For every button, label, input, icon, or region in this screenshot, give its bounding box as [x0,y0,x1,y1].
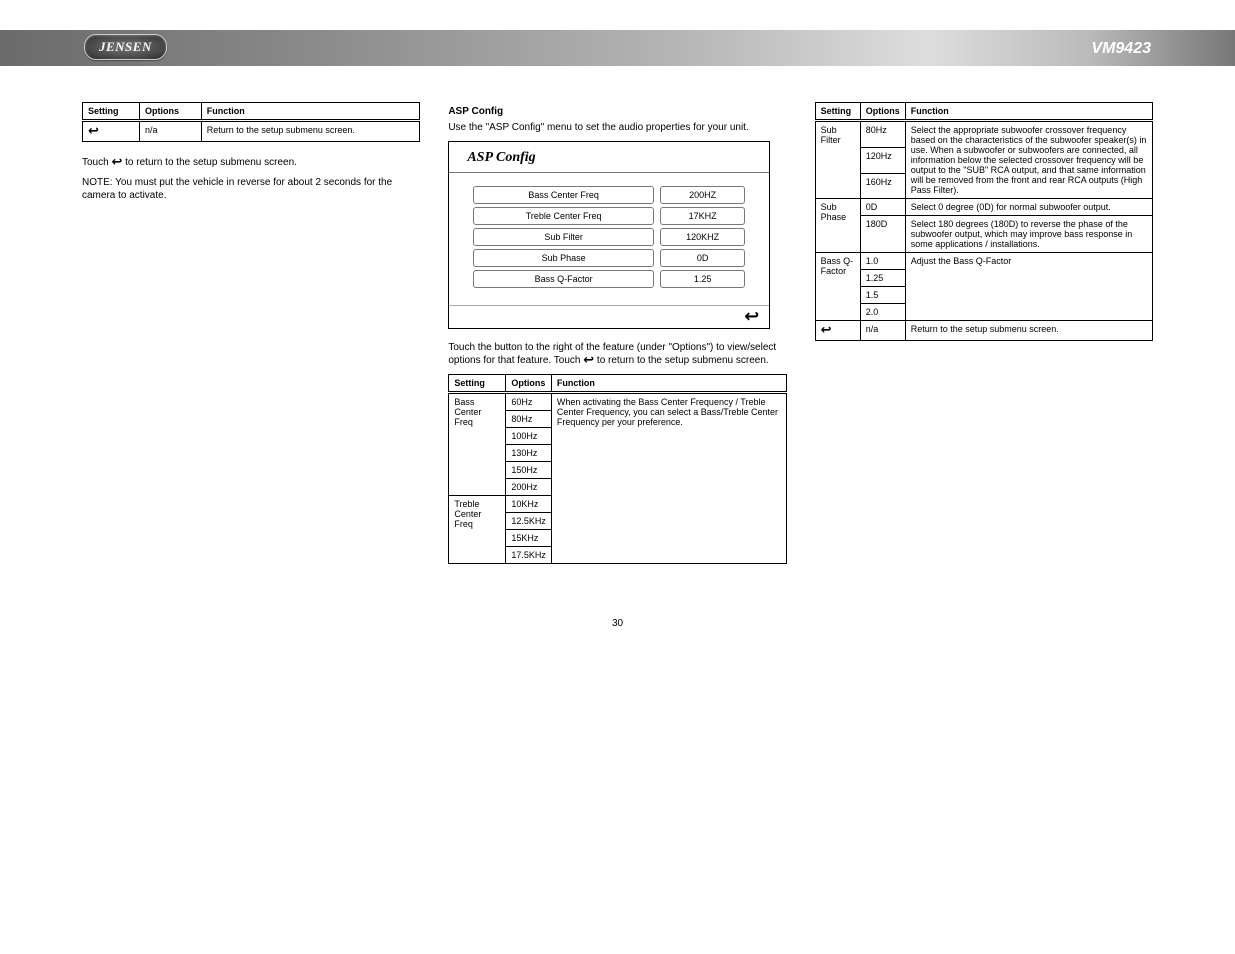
cell: 60Hz [506,392,552,410]
table-left-top: Setting Options Function ↩ n/a Return to… [82,102,420,142]
table-row: Bass Q-Factor1.0Adjust the Bass Q-Factor [815,253,1152,270]
back-icon[interactable]: ↩ [744,308,759,326]
th-function: Function [201,103,420,121]
paragraph: Touch ↩ to return to the setup submenu s… [82,156,420,170]
header-band: JENSEN VM9423 [0,30,1235,66]
cell: Return to the setup submenu screen. [905,321,1152,341]
asp-row: Sub Filter 120KHZ [473,228,745,246]
table-row: Sub Phase0DSelect 0 degree (0D) for norm… [815,199,1152,216]
th-setting: Setting [83,103,140,121]
table-right: Setting Options Function Sub Filter80HzS… [815,102,1153,341]
cell: n/a [860,321,905,341]
th-options: Options [506,374,552,392]
cell: Select 0 degree (0D) for normal subwoofe… [905,199,1152,216]
cell: 1.5 [860,287,905,304]
asp-row-label: Sub Phase [473,249,654,267]
back-icon: ↩ [111,156,122,169]
table-row: ↩ n/a Return to the setup submenu screen… [83,121,420,142]
cell: 180D [860,216,905,253]
cell: 17.5KHz [506,546,552,563]
cell: Select the appropriate subwoofer crossov… [905,121,1152,199]
note: NOTE: You must put the vehicle in revers… [82,176,420,203]
cell: 200Hz [506,478,552,495]
cell: 1.25 [860,270,905,287]
asp-row: Treble Center Freq 17KHZ [473,207,745,225]
cell: 15KHz [506,529,552,546]
cell: Return to the setup submenu screen. [201,121,420,142]
cell: 80Hz [506,410,552,427]
asp-intro: Use the "ASP Config" menu to set the aud… [448,121,786,135]
asp-row-value[interactable]: 17KHZ [660,207,745,225]
cell: Sub Filter [815,121,860,199]
asp-row-label: Bass Q-Factor [473,270,654,288]
asp-row-label: Bass Center Freq [473,186,654,204]
cell: 1.0 [860,253,905,270]
th-function: Function [905,103,1152,121]
asp-row-label: Treble Center Freq [473,207,654,225]
table-row: Sub Filter80HzSelect the appropriate sub… [815,121,1152,148]
cell: 120Hz [860,148,905,174]
asp-row-value[interactable]: 0D [660,249,745,267]
asp-heading: ASP Config [448,106,786,117]
cell: 160Hz [860,173,905,199]
cell: Treble Center Freq [449,495,506,563]
table-row: Bass Center Freq60HzWhen activating the … [449,392,786,410]
asp-row-label: Sub Filter [473,228,654,246]
paragraph: Touch the button to the right of the fea… [448,341,786,368]
column-right: Setting Options Function Sub Filter80HzS… [815,96,1153,578]
cell: 2.0 [860,304,905,321]
table-row: ↩ n/aReturn to the setup submenu screen. [815,321,1152,341]
asp-row: Bass Q-Factor 1.25 [473,270,745,288]
column-middle: ASP Config Use the "ASP Config" menu to … [448,96,786,578]
cell: 100Hz [506,427,552,444]
model-label: VM9423 [1091,40,1151,58]
cell: When activating the Bass Center Frequenc… [551,392,786,563]
column-left: Setting Options Function ↩ n/a Return to… [82,96,420,578]
asp-row-value[interactable]: 1.25 [660,270,745,288]
th-setting: Setting [449,374,506,392]
th-options: Options [860,103,905,121]
asp-row-value[interactable]: 120KHZ [660,228,745,246]
asp-row: Sub Phase 0D [473,249,745,267]
asp-panel-title: ASP Config [449,142,769,173]
cell: 12.5KHz [506,512,552,529]
cell: Bass Q-Factor [815,253,860,321]
cell: 10KHz [506,495,552,512]
th-options: Options [140,103,202,121]
cell: Adjust the Bass Q-Factor [905,253,1152,321]
th-setting: Setting [815,103,860,121]
cell: 130Hz [506,444,552,461]
cell: 150Hz [506,461,552,478]
back-icon: ↩ [88,125,99,138]
cell: ↩ [815,321,860,341]
cell: Sub Phase [815,199,860,253]
cell: n/a [140,121,202,142]
cell: Select 180 degrees (180D) to reverse the… [905,216,1152,253]
cell: 0D [860,199,905,216]
cell: Bass Center Freq [449,392,506,495]
back-icon: ↩ [583,354,594,367]
page-number: 30 [0,618,1235,629]
brand-logo: JENSEN [84,34,167,60]
cell: 80Hz [860,121,905,148]
back-icon: ↩ [821,324,832,337]
th-function: Function [551,374,786,392]
asp-row-value[interactable]: 200HZ [660,186,745,204]
table-middle-asp: Setting Options Function Bass Center Fre… [448,374,786,564]
asp-row: Bass Center Freq 200HZ [473,186,745,204]
asp-config-panel: ASP Config Bass Center Freq 200HZ Treble C… [448,141,770,329]
